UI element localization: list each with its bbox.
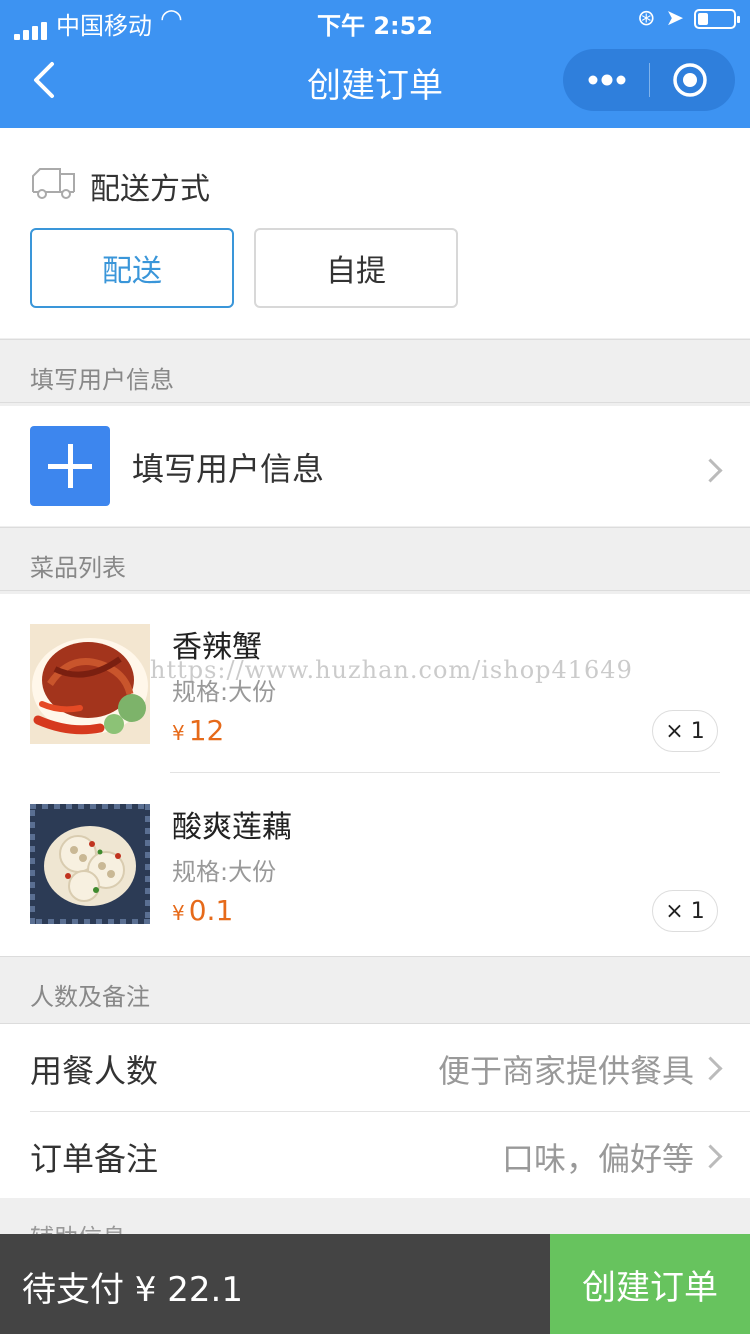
status-bar: 中国移动 ◠ 下午 2:52 ⊛ ➤: [0, 0, 750, 40]
currency-symbol: ¥: [172, 901, 185, 925]
list-item: 香辣蟹 规格:大份 ¥12 × 1: [0, 594, 750, 774]
checkout-bar: 待支付 ¥ 22.1 创建订单: [0, 1234, 750, 1334]
fill-user-info-row[interactable]: 填写用户信息: [0, 406, 750, 526]
quantity-badge: × 1: [652, 890, 718, 932]
close-mini-program-icon[interactable]: [671, 61, 709, 99]
section-header-dishes: 菜品列表: [0, 527, 750, 591]
create-order-button[interactable]: 创建订单: [550, 1234, 750, 1334]
price-value: 12: [188, 714, 225, 747]
dish-name: 酸爽莲藕: [172, 810, 292, 845]
fill-user-info-label: 填写用户信息: [132, 450, 325, 488]
mini-program-capsule: [563, 49, 735, 111]
section-header-notes: 人数及备注: [0, 956, 750, 1024]
rotation-lock-icon: ⊛: [637, 6, 656, 31]
row-label: 用餐人数: [30, 1052, 159, 1090]
capsule-divider: [649, 63, 650, 97]
delivery-title: 配送方式: [90, 172, 210, 207]
top-bar: 中国移动 ◠ 下午 2:52 ⊛ ➤ 创建订单: [0, 0, 750, 128]
watermark-text: https://www.huzhan.com/ishop41649: [150, 656, 633, 684]
more-icon[interactable]: [585, 65, 629, 95]
currency-symbol: ¥: [172, 721, 185, 745]
truck-icon: [32, 168, 75, 199]
section-header-label: 菜品列表: [30, 554, 126, 582]
battery-icon: [694, 8, 740, 29]
row-label: 订单备注: [30, 1140, 159, 1178]
list-item: 酸爽莲藕 规格:大份 ¥0.1 × 1: [0, 774, 750, 954]
section-header-label: 人数及备注: [30, 983, 150, 1011]
price-value: 0.1: [188, 894, 234, 927]
order-remark-placeholder: 口味，偏好等: [501, 1140, 694, 1178]
chevron-right-icon: [698, 458, 723, 483]
divider: [170, 772, 720, 773]
location-icon: ➤: [665, 6, 684, 31]
add-icon: [30, 426, 110, 506]
section-header-user: 填写用户信息: [0, 339, 750, 403]
dish-price: ¥12: [172, 714, 224, 747]
delivery-option-deliver[interactable]: 配送: [30, 228, 234, 308]
chevron-right-icon: [698, 1056, 723, 1081]
diners-count-placeholder: 便于商家提供餐具: [437, 1052, 694, 1090]
notes-rows: 用餐人数 便于商家提供餐具 订单备注 口味，偏好等: [0, 1024, 750, 1198]
delivery-option-pickup[interactable]: 自提: [254, 228, 458, 308]
diners-count-row[interactable]: 用餐人数 便于商家提供餐具: [0, 1024, 750, 1112]
quantity-badge: × 1: [652, 710, 718, 752]
amount-due: 待支付 ¥ 22.1: [22, 1270, 243, 1310]
chevron-right-icon: [698, 1144, 723, 1169]
dish-image-crab: [30, 624, 150, 744]
dish-price: ¥0.1: [172, 894, 233, 927]
dish-spec: 规格:大份: [172, 858, 277, 886]
section-header-label: 填写用户信息: [30, 366, 174, 394]
dish-list: 香辣蟹 规格:大份 ¥12 × 1 酸爽莲藕 规格:大份 ¥0.1 × 1: [0, 594, 750, 956]
delivery-section: 配送方式 配送 自提: [0, 128, 750, 338]
dish-image-lotus-root: [30, 804, 150, 924]
order-remark-row[interactable]: 订单备注 口味，偏好等: [0, 1112, 750, 1199]
